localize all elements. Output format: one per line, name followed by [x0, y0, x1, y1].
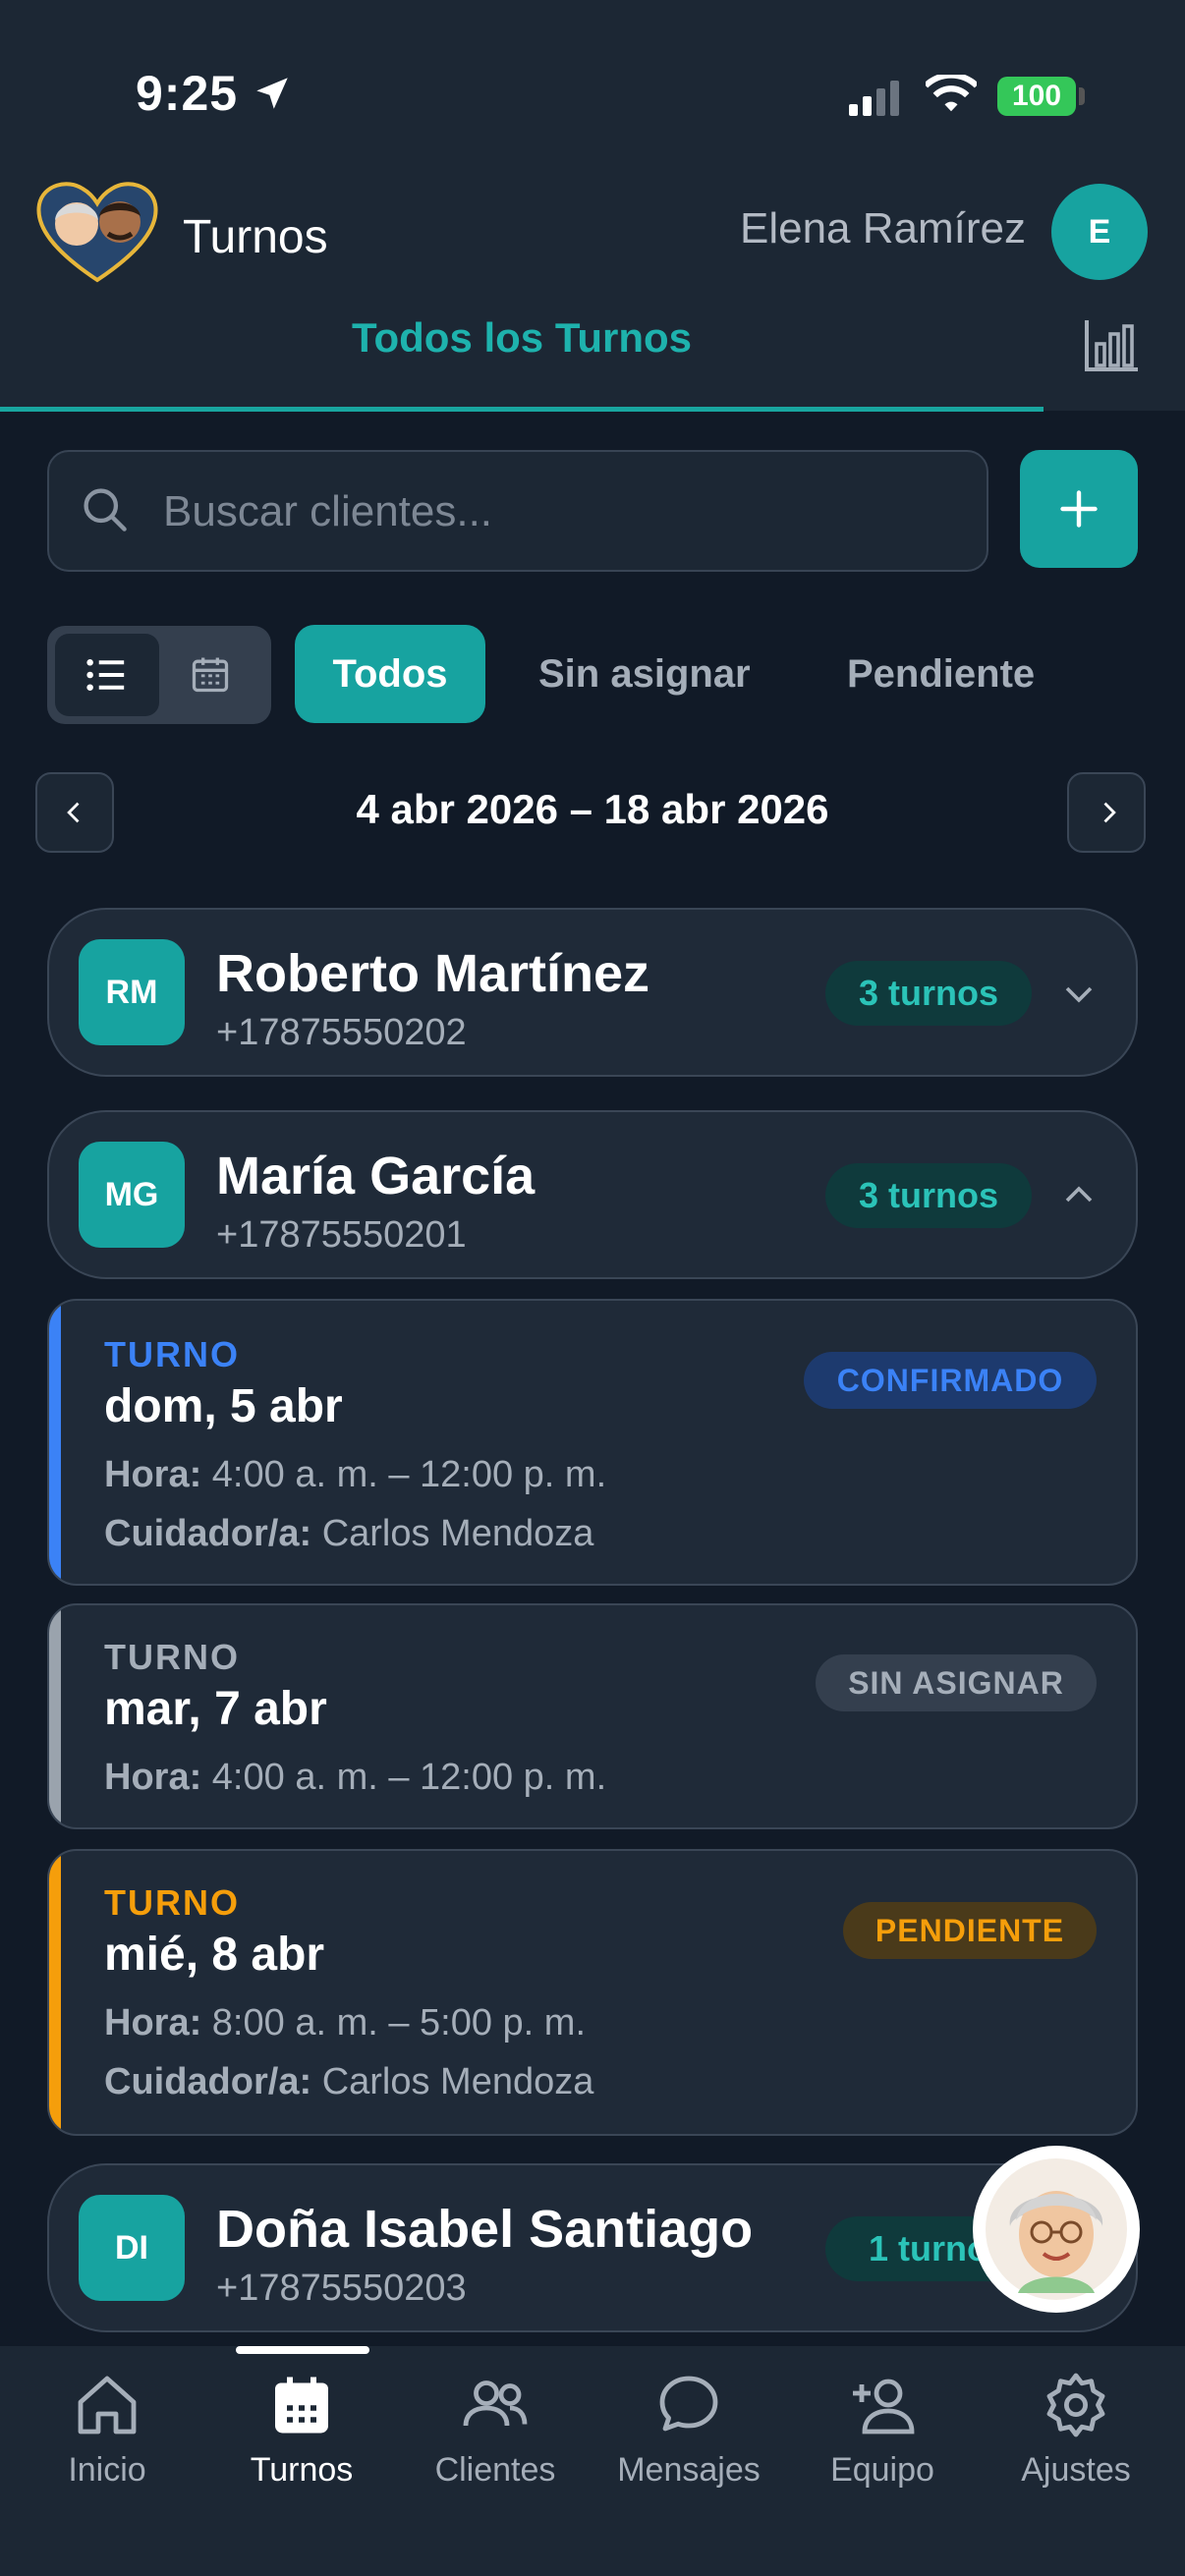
user-avatar[interactable]: E	[1051, 184, 1148, 280]
status-badge: PENDIENTE	[843, 1902, 1097, 1959]
shift-label: TURNO	[104, 1334, 240, 1374]
nav-clients[interactable]: Clientes	[398, 2370, 592, 2490]
nav-label: Inicio	[68, 2451, 146, 2489]
battery-indicator: 100	[997, 77, 1076, 116]
tab-underline	[0, 407, 1044, 412]
shift-time: Hora: 8:00 a. m. – 5:00 p. m.	[104, 2002, 587, 2044]
page-title: Turnos	[183, 211, 328, 263]
client-name: María García	[216, 1147, 536, 1205]
add-shift-button[interactable]	[1020, 450, 1138, 568]
shift-time: Hora: 4:00 a. m. – 12:00 p. m.	[104, 1454, 607, 1495]
filter-all[interactable]: Todos	[295, 625, 485, 723]
active-tab-indicator	[236, 2346, 369, 2354]
next-range-button[interactable]	[1067, 772, 1146, 853]
nav-team[interactable]: Equipo	[785, 2370, 980, 2490]
nav-label: Clientes	[434, 2451, 556, 2489]
users-icon	[463, 2380, 528, 2427]
chevron-up-icon	[1065, 1186, 1093, 1203]
status-bar-pending	[49, 1851, 61, 2134]
grandma-avatar-icon	[986, 2158, 1127, 2300]
shift-count-badge: 3 turnos	[825, 1163, 1032, 1228]
location-arrow-icon	[256, 78, 288, 109]
calendar-view-icon[interactable]	[189, 652, 232, 696]
client-phone: +17875550201	[216, 1214, 467, 1256]
search-icon	[84, 488, 127, 532]
shift-label: TURNO	[104, 1637, 240, 1677]
shift-label: TURNO	[104, 1882, 240, 1923]
shift-date: mié, 8 abr	[104, 1929, 325, 1981]
gear-icon	[1046, 2373, 1105, 2437]
shift-date: dom, 5 abr	[104, 1380, 343, 1432]
client-initials: RM	[79, 939, 185, 1045]
status-badge: SIN ASIGNAR	[816, 1654, 1097, 1711]
chevron-down-icon	[1065, 986, 1093, 1003]
chevron-right-icon	[1103, 802, 1116, 823]
battery-tip	[1079, 87, 1085, 105]
status-badge: CONFIRMADO	[804, 1352, 1097, 1409]
client-card-roberto[interactable]: RM Roberto Martínez +17875550202 3 turno…	[47, 908, 1138, 1077]
nav-home[interactable]: Inicio	[10, 2370, 204, 2490]
client-phone: +17875550202	[216, 1012, 467, 1053]
filter-unassigned[interactable]: Sin asignar	[538, 625, 751, 723]
search-input[interactable]	[161, 481, 971, 542]
shift-card[interactable]: TURNO mié, 8 abr Hora: 8:00 a. m. – 5:00…	[47, 1849, 1138, 2136]
stats-chart-icon[interactable]	[1083, 316, 1142, 373]
shift-caregiver: Cuidador/a: Carlos Mendoza	[104, 2061, 594, 2102]
client-name: Roberto Martínez	[216, 944, 650, 1003]
shift-card[interactable]: TURNO dom, 5 abr Hora: 4:00 a. m. – 12:0…	[47, 1299, 1138, 1586]
nav-messages[interactable]: Mensajes	[592, 2370, 786, 2490]
client-name: Doña Isabel Santiago	[216, 2200, 754, 2259]
client-initials: MG	[79, 1142, 185, 1248]
assistant-button[interactable]	[973, 2146, 1140, 2313]
status-bar-confirmed	[49, 1301, 61, 1584]
nav-label: Mensajes	[617, 2451, 761, 2489]
status-bar-unassigned	[49, 1605, 61, 1827]
calendar-icon	[275, 2377, 328, 2434]
date-range: 4 abr 2026 – 18 abr 2026	[356, 786, 829, 832]
shift-card[interactable]: TURNO mar, 7 abr Hora: 4:00 a. m. – 12:0…	[47, 1603, 1138, 1829]
nav-label: Equipo	[830, 2451, 934, 2489]
shift-date: mar, 7 abr	[104, 1683, 327, 1735]
plus-icon	[1060, 490, 1098, 528]
message-icon	[659, 2376, 718, 2432]
client-phone: +17875550203	[216, 2268, 467, 2309]
user-name: Elena Ramírez	[739, 204, 1026, 252]
signal-icon	[849, 81, 899, 116]
list-icon	[86, 659, 125, 691]
shift-caregiver: Cuidador/a: Carlos Mendoza	[104, 1513, 594, 1554]
nav-label: Ajustes	[1021, 2451, 1131, 2489]
app-logo	[36, 182, 158, 283]
wifi-icon	[926, 75, 977, 112]
home-icon	[78, 2376, 137, 2435]
nav-label: Turnos	[250, 2451, 354, 2489]
add-user-icon	[853, 2379, 915, 2435]
status-time: 9:25	[136, 66, 239, 121]
shift-count-badge: 3 turnos	[825, 961, 1032, 1026]
client-card-maria[interactable]: MG María García +17875550201 3 turnos	[47, 1110, 1138, 1279]
shift-time: Hora: 4:00 a. m. – 12:00 p. m.	[104, 1757, 607, 1798]
nav-settings[interactable]: Ajustes	[979, 2370, 1173, 2490]
client-initials: DI	[79, 2195, 185, 2301]
nav-shifts[interactable]: Turnos	[204, 2370, 399, 2490]
tab-all-shifts[interactable]: Todos los Turnos	[0, 314, 1044, 362]
list-view-button[interactable]	[55, 634, 159, 716]
filter-pending[interactable]: Pendiente	[847, 625, 1035, 723]
